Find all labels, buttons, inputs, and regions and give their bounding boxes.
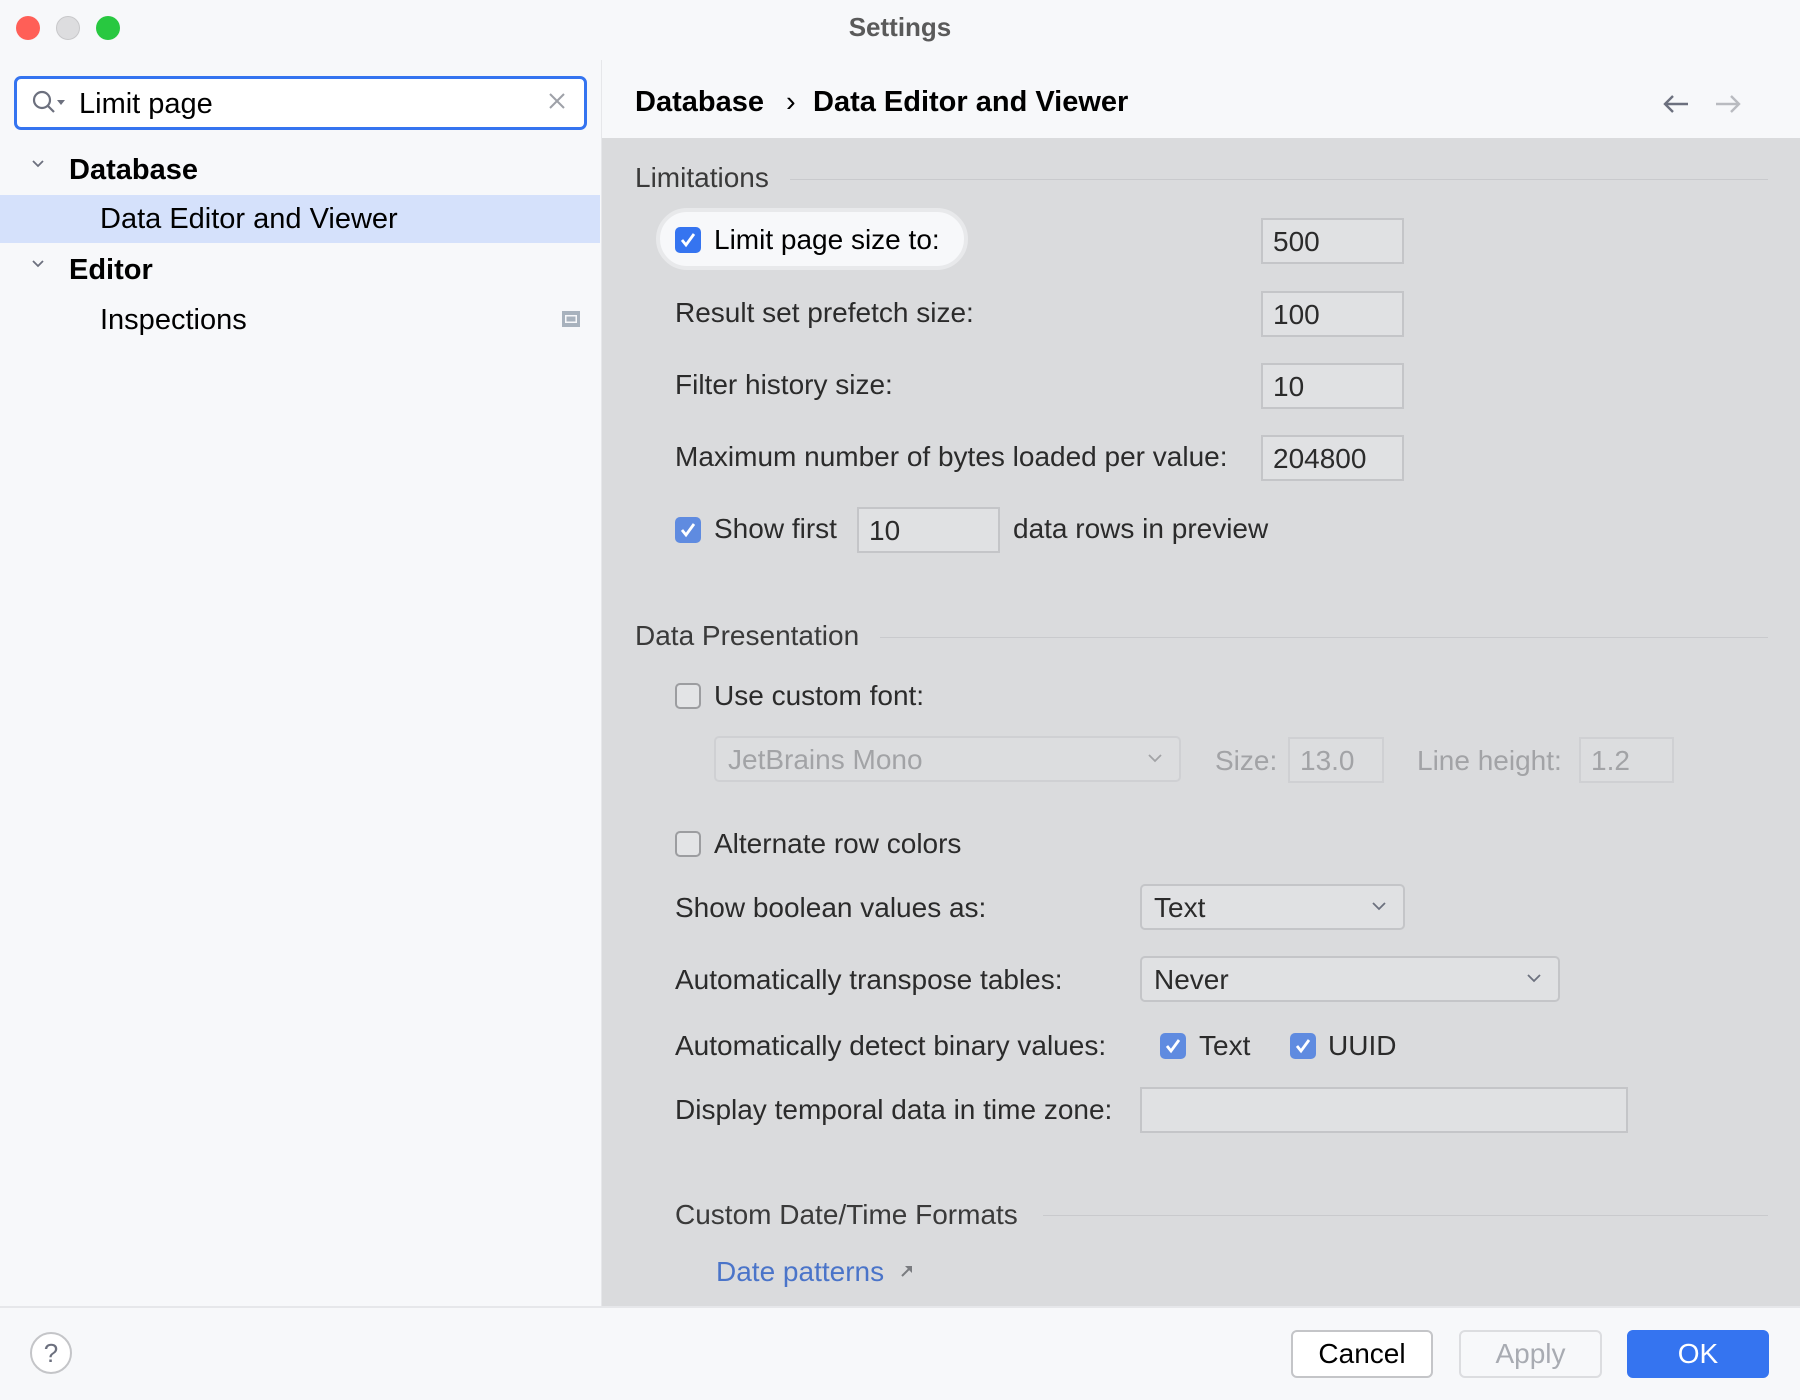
section-divider <box>880 637 1768 638</box>
limit-page-size-checkbox[interactable] <box>675 227 701 253</box>
settings-window: Settings Database Data Editor and Viewer… <box>0 0 1800 1400</box>
limit-page-size-label: Limit page size to: <box>714 224 940 255</box>
window-title: Settings <box>848 12 952 42</box>
font-size-input[interactable]: 13.0 <box>1288 737 1384 783</box>
filter-history-size-input[interactable]: 10 <box>1261 363 1404 409</box>
font-family-dropdown[interactable]: JetBrains Mono <box>714 736 1181 782</box>
tree-item-label: Editor <box>69 254 153 286</box>
external-link-arrow-icon <box>901 1266 912 1277</box>
chevron-down-icon[interactable] <box>32 158 44 170</box>
time-zone-label: Display temporal data in time zone: <box>675 1094 1113 1125</box>
arrow-right-icon[interactable] <box>1714 94 1742 114</box>
show-first-rows-input[interactable]: 10 <box>857 507 1000 553</box>
transpose-tables-dropdown[interactable]: Never <box>1140 956 1560 1002</box>
tree-item-data-editor-and-viewer[interactable]: Data Editor and Viewer <box>0 195 600 243</box>
boolean-values-label: Show boolean values as: <box>675 892 987 923</box>
max-bytes-input[interactable]: 204800 <box>1261 435 1404 481</box>
boolean-values-dropdown[interactable]: Text <box>1140 884 1405 930</box>
checkmark-icon <box>1165 1039 1181 1054</box>
boolean-values-selected: Text <box>1154 892 1206 923</box>
alternate-row-colors-label: Alternate row colors <box>714 828 962 859</box>
prefetch-size-label: Result set prefetch size: <box>675 297 974 328</box>
detect-binary-uuid-checkbox[interactable] <box>1290 1033 1316 1059</box>
project-level-icon <box>562 311 580 327</box>
detect-binary-text-label: Text <box>1199 1030 1251 1061</box>
tree-item-editor[interactable]: Editor <box>0 246 600 294</box>
section-data-presentation-title: Data Presentation <box>635 620 860 651</box>
section-limitations-title: Limitations <box>635 162 769 193</box>
detect-binary-uuid-label: UUID <box>1328 1030 1397 1061</box>
use-custom-font-label: Use custom font: <box>714 680 925 711</box>
time-zone-input[interactable] <box>1140 1087 1628 1133</box>
search-input[interactable] <box>77 85 541 123</box>
show-first-suffix-label: data rows in preview <box>1013 513 1269 544</box>
footer-divider <box>0 1306 1800 1308</box>
arrow-left-icon[interactable] <box>1662 94 1690 114</box>
section-custom-date-time-title: Custom Date/Time Formats <box>675 1199 1018 1230</box>
checkmark-icon <box>1295 1039 1311 1054</box>
tree-item-database[interactable]: Database <box>0 146 600 194</box>
help-button[interactable]: ? <box>30 1332 72 1374</box>
chevron-down-icon[interactable] <box>32 258 44 270</box>
alternate-row-colors-checkbox[interactable] <box>675 831 701 857</box>
use-custom-font-checkbox[interactable] <box>675 683 701 709</box>
filter-history-size-label: Filter history size: <box>675 369 893 400</box>
clear-search-icon[interactable] <box>548 92 566 110</box>
tree-item-label: Database <box>69 154 198 186</box>
show-first-label: Show first <box>714 513 837 544</box>
ok-button[interactable]: OK <box>1627 1330 1769 1378</box>
chevron-down-icon <box>1148 754 1162 763</box>
breadcrumb-separator: › <box>786 86 796 118</box>
breadcrumb-database[interactable]: Database <box>635 86 764 119</box>
date-patterns-link[interactable]: Date patterns <box>716 1256 884 1288</box>
limit-page-size-input[interactable]: 500 <box>1261 218 1404 264</box>
section-divider <box>1043 1215 1768 1216</box>
line-height-label: Line height: <box>1417 745 1562 776</box>
cancel-button[interactable]: Cancel <box>1291 1330 1433 1378</box>
tree-item-inspections[interactable]: Inspections <box>0 296 600 344</box>
max-bytes-label: Maximum number of bytes loaded per value… <box>675 441 1228 472</box>
chevron-down-icon <box>1527 974 1541 983</box>
detect-binary-label: Automatically detect binary values: <box>675 1030 1107 1061</box>
prefetch-size-input[interactable]: 100 <box>1261 291 1404 337</box>
tree-item-label: Data Editor and Viewer <box>100 203 398 235</box>
section-divider <box>790 179 1768 180</box>
settings-search-field[interactable] <box>14 76 587 130</box>
transpose-tables-selected: Never <box>1154 964 1229 995</box>
font-family-value: JetBrains Mono <box>728 744 923 775</box>
chevron-down-icon <box>1372 902 1386 911</box>
detect-binary-text-checkbox[interactable] <box>1160 1033 1186 1059</box>
show-first-checkbox[interactable] <box>675 517 701 543</box>
line-height-input[interactable]: 1.2 <box>1579 737 1674 783</box>
checkmark-icon <box>680 233 696 248</box>
apply-button[interactable]: Apply <box>1459 1330 1602 1378</box>
tree-item-label: Inspections <box>100 304 247 336</box>
checkmark-icon <box>680 523 696 538</box>
breadcrumb-current-page: Data Editor and Viewer <box>813 86 1129 118</box>
search-icon[interactable] <box>31 89 71 117</box>
font-size-label: Size: <box>1215 745 1278 776</box>
transpose-tables-label: Automatically transpose tables: <box>675 964 1063 995</box>
